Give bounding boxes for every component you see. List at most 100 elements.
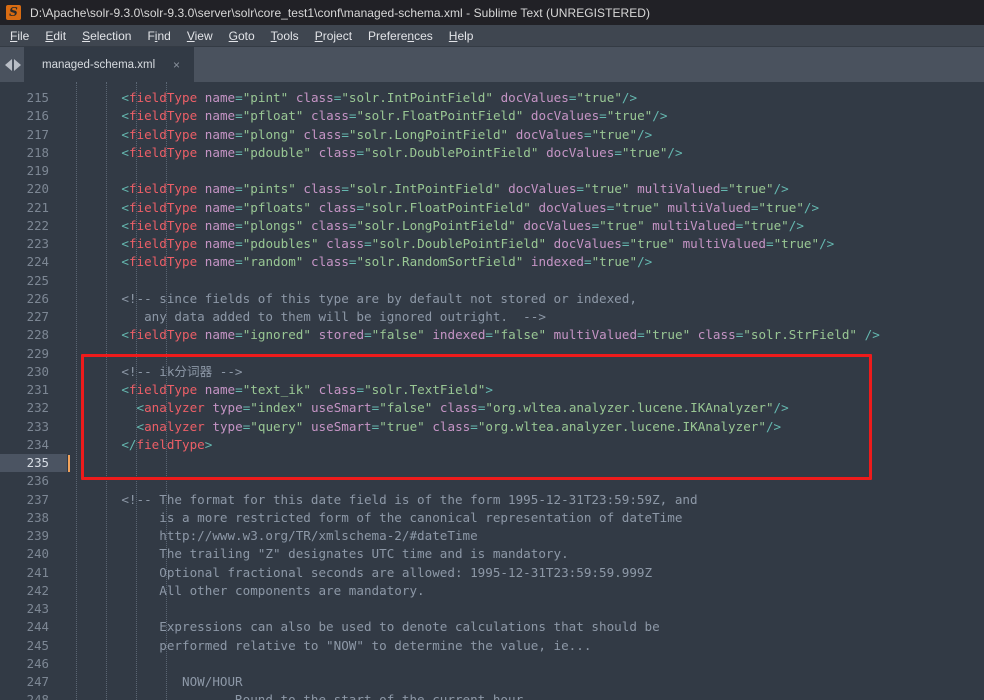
line-number: 224 [26,254,49,270]
code-line-text: <!-- since fields of this type are by de… [58,290,984,308]
code-line[interactable]: 225 [0,272,984,290]
code-line[interactable]: 217 <fieldType name="plong" class="solr.… [0,126,984,144]
code-line[interactable]: 219 [0,162,984,180]
code-token-string: "true" [584,181,630,197]
code-token-string: "true" [576,90,622,105]
code-line[interactable]: 241 Optional fractional seconds are allo… [0,564,984,582]
code-token-attr: name [204,327,236,343]
code-line[interactable]: 236 [0,472,984,490]
code-token-comment: ... Round to the start of the current ho… [91,692,524,700]
code-line[interactable]: 233 <analyzer type="query" useSmart="tru… [0,418,984,436]
code-token-attr: name [204,217,236,233]
line-number: 247 [26,674,49,689]
code-token-string: "org.wltea.analyzer.lucene.IKAnalyzer" [485,400,774,416]
code-line[interactable]: 221 <fieldType name="pfloats" class="sol… [0,199,984,217]
code-token-string: "solr.FloatPointField" [356,108,524,124]
code-editor[interactable]: 215 <fieldType name="pint" class="solr.I… [0,82,984,700]
code-line[interactable]: 216 <fieldType name="pfloat" class="solr… [0,107,984,125]
code-line[interactable]: 229 [0,345,984,363]
code-line-text: <fieldType name="ignored" stored="false"… [58,326,984,344]
code-line[interactable]: 243 [0,600,984,618]
code-token-comment: <!-- ik分词器 --> [91,363,243,379]
code-token-punct: = [356,382,365,397]
code-line-text: <fieldType name="pint" class="solr.IntPo… [58,89,984,107]
menu-view-rest: iew [194,28,213,43]
code-token-string: "solr.FloatPointField" [364,199,531,215]
code-token-tag: fieldType [128,126,198,142]
code-line[interactable]: 235 [0,454,984,473]
nav-prev-icon[interactable] [5,58,12,71]
menu-item-selection[interactable]: Selection [74,27,139,45]
code-token-punct: = [348,217,357,233]
menu-bar: File Edit Selection Find View Goto Tools… [0,25,984,47]
line-number: 233 [26,418,49,434]
code-line[interactable]: 247 NOW/HOUR [0,673,984,691]
code-line[interactable]: 230 <!-- ik分词器 --> [0,363,984,381]
tab-managed-schema-xml[interactable]: managed-schema.xml × [24,47,194,82]
code-line[interactable]: 220 <fieldType name="pints" class="solr.… [0,180,984,198]
code-line[interactable]: 232 <analyzer type="index" useSmart="fal… [0,399,984,417]
menu-item-help[interactable]: Help [441,27,482,45]
code-lines[interactable]: 215 <fieldType name="pint" class="solr.I… [0,82,984,700]
menu-item-project[interactable]: Project [307,27,360,45]
code-line[interactable]: 215 <fieldType name="pint" class="solr.I… [0,89,984,107]
nav-next-icon[interactable] [14,58,21,71]
menu-item-goto[interactable]: Goto [221,27,263,45]
menu-project-mnemonic: P [314,28,323,43]
menu-item-view[interactable]: View [179,27,221,45]
code-line[interactable]: 244 Expressions can also be used to deno… [0,618,984,636]
code-line[interactable]: 237 <!-- The format for this date field … [0,491,984,509]
close-icon[interactable]: × [173,58,180,72]
code-token-punct: </ [121,436,137,452]
menu-item-edit[interactable]: Edit [37,27,74,45]
code-token-tag: fieldType [128,327,198,343]
menu-find-rest: nd [157,28,171,43]
code-line[interactable]: 248 ... Round to the start of the curren… [0,691,984,700]
code-line[interactable]: 223 <fieldType name="pdoubles" class="so… [0,235,984,253]
code-line[interactable]: 228 <fieldType name="ignored" stored="fa… [0,326,984,344]
line-number: 240 [26,546,49,562]
code-token-string: "ignored" [242,327,311,343]
line-number: 223 [26,236,49,251]
code-token-string: "solr.LongPointField" [348,126,509,142]
code-line[interactable]: 246 [0,655,984,673]
code-token-attr: indexed [530,254,584,270]
window-title: D:\Apache\solr-9.3.0\solr-9.3.0\server\s… [30,5,651,20]
code-token-comment: The trailing "Z" designates UTC time and… [91,546,569,562]
menu-item-file[interactable]: File [2,27,37,45]
line-number: 242 [26,582,49,598]
code-token-string: "solr.TextField" [364,382,486,397]
code-line[interactable]: 234 </fieldType> [0,436,984,454]
code-line[interactable]: 227 any data added to them will be ignor… [0,308,984,326]
code-line[interactable]: 242 All other components are mandatory. [0,582,984,600]
code-token-string: "solr.DoublePointField" [364,144,539,160]
code-token-comment: any data added to them will be ignored o… [91,309,546,324]
code-line[interactable]: 238 is a more restricted form of the can… [0,509,984,527]
code-token-punct: /> [773,181,789,197]
line-number: 215 [26,90,49,105]
code-line[interactable]: 226 <!-- since fields of this type are b… [0,290,984,308]
code-line[interactable]: 245 performed relative to "NOW" to deter… [0,637,984,655]
code-token-punct: < [121,217,129,233]
code-line[interactable]: 218 <fieldType name="pdouble" class="sol… [0,144,984,162]
code-line[interactable]: 224 <fieldType name="random" class="solr… [0,253,984,271]
code-line[interactable]: 240 The trailing "Z" designates UTC time… [0,545,984,563]
code-line[interactable]: 239 http://www.w3.org/TR/xmlschema-2/#da… [0,527,984,545]
code-line[interactable]: 231 <fieldType name="text_ik" class="sol… [0,381,984,399]
menu-item-tools[interactable]: Tools [263,27,307,45]
code-token-attr: class [318,382,357,397]
code-line[interactable]: 222 <fieldType name="plongs" class="solr… [0,217,984,235]
menu-item-preferences[interactable]: Preferences [360,27,441,45]
menu-preferences-rest: ces [414,28,433,43]
code-token-tag: fieldType [128,254,198,270]
code-line-text: <fieldType name="pints" class="solr.IntP… [58,180,984,198]
code-token-tag: fieldType [128,181,198,197]
menu-item-find[interactable]: Find [139,27,178,45]
